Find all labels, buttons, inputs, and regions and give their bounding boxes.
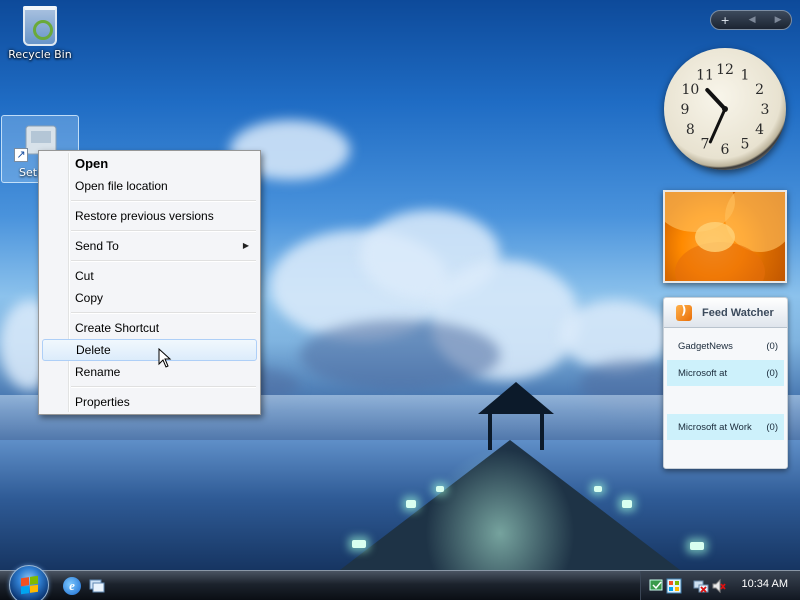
network-disconnected-icon[interactable] — [693, 578, 709, 594]
menu-item-label: Send To — [75, 239, 119, 253]
start-button[interactable] — [9, 565, 49, 600]
slideshow-gadget[interactable] — [663, 190, 787, 283]
rss-icon — [676, 303, 692, 321]
pier-hut — [488, 414, 544, 450]
clock-hour-hand — [705, 87, 727, 111]
menu-item-properties[interactable]: Properties — [42, 391, 257, 413]
pier-lamp — [436, 486, 444, 492]
clock-numeral: 5 — [741, 137, 750, 153]
menu-item-delete[interactable]: Delete — [42, 339, 257, 361]
clock-numeral: 11 — [696, 67, 714, 83]
desktop-icon-label: Recycle Bin — [8, 48, 72, 61]
menu-item-label: Cut — [75, 269, 94, 283]
taskbar: e 10:34 AM — [0, 565, 800, 600]
context-menu: Open Open file location Restore previous v… — [38, 150, 261, 415]
pier-lamp — [406, 500, 416, 508]
windows-update-icon[interactable] — [666, 578, 682, 594]
feed-watcher-title: Feed Watcher — [702, 306, 774, 319]
sidebar-controls: + ◀ ▶ — [710, 10, 792, 30]
menu-item-label: Restore previous versions — [75, 209, 214, 223]
mouse-cursor-icon — [158, 348, 172, 368]
feed-name: Microsoft at Work — [678, 421, 752, 433]
clock-face: 12 12 3 45678 9 1011 — [681, 62, 770, 158]
clock-numeral: 1 — [741, 67, 750, 83]
menu-item-label: Open file location — [75, 179, 168, 193]
security-center-icon[interactable] — [649, 578, 665, 594]
menu-separator — [41, 197, 258, 205]
pier-lamp — [690, 542, 704, 550]
feed-count: (0) — [766, 340, 778, 352]
pier-lamp — [594, 486, 602, 492]
menu-item-send-to[interactable]: Send To ▶ — [42, 235, 257, 257]
menu-item-create-shortcut[interactable]: Create Shortcut — [42, 317, 257, 339]
pier-hut-roof — [478, 382, 554, 414]
feed-row[interactable]: Microsoft at Work (0) — [667, 414, 784, 440]
clock-numeral: 8 — [686, 122, 695, 138]
desktop-icon-recycle-bin[interactable]: Recycle Bin — [1, 2, 79, 61]
menu-item-copy[interactable]: Copy — [42, 287, 257, 309]
feed-row — [667, 387, 784, 413]
menu-item-open-file-location[interactable]: Open file location — [42, 175, 257, 197]
shortcut-arrow-icon: ↗ — [14, 148, 28, 162]
feed-list: GadgetNews (0) Microsoft at (0) Microsoft at… — [664, 333, 787, 467]
menu-item-rename[interactable]: Rename — [42, 361, 257, 383]
windows-logo-icon — [21, 575, 38, 595]
menu-separator — [41, 383, 258, 391]
menu-item-label: Delete — [76, 343, 111, 357]
notification-area: 10:34 AM — [640, 571, 800, 600]
feed-row[interactable]: GadgetNews (0) — [667, 333, 784, 359]
clock-numeral: 6 — [721, 142, 730, 158]
feed-name: Microsoft at — [678, 367, 728, 379]
menu-item-label: Open — [75, 156, 109, 171]
clock-numeral: 2 — [755, 82, 764, 98]
clock-minute-hand — [708, 107, 727, 144]
clock-center — [722, 106, 728, 112]
menu-item-label: Copy — [75, 291, 104, 305]
switch-windows-icon[interactable] — [88, 577, 106, 595]
photo-petal — [695, 222, 735, 252]
submenu-arrow-icon: ▶ — [242, 241, 249, 250]
clock-numeral: 12 — [716, 62, 734, 78]
cloud — [560, 300, 670, 370]
clock-numeral: 10 — [681, 82, 699, 98]
feed-watcher-gadget[interactable]: Feed Watcher GadgetNews (0) Microsoft at (0… — [663, 297, 788, 469]
menu-separator — [41, 257, 258, 265]
menu-item-open[interactable]: Open — [42, 153, 257, 175]
next-page-button[interactable]: ▶ — [775, 15, 782, 25]
clock-numeral: 9 — [681, 102, 690, 118]
menu-item-cut[interactable]: Cut — [42, 265, 257, 287]
previous-page-button[interactable]: ◀ — [749, 15, 756, 25]
pier-lamp — [352, 540, 366, 548]
feed-row[interactable]: Microsoft at (0) — [667, 360, 784, 386]
clock-numeral: 4 — [755, 122, 764, 138]
feed-count: (0) — [766, 421, 778, 433]
feed-count: (0) — [766, 367, 778, 379]
pier-glow — [425, 448, 575, 570]
recycle-bin-icon — [23, 6, 57, 46]
feed-row — [667, 441, 784, 467]
volume-muted-icon[interactable] — [711, 578, 727, 594]
menu-separator — [41, 227, 258, 235]
menu-item-label: Properties — [75, 395, 130, 409]
feed-watcher-header: Feed Watcher — [664, 298, 787, 328]
menu-separator — [41, 309, 258, 317]
clock-numeral: 7 — [701, 137, 710, 153]
cloud — [300, 320, 500, 390]
menu-item-restore-previous-versions[interactable]: Restore previous versions — [42, 205, 257, 227]
menu-item-label: Rename — [75, 365, 121, 379]
clock-gadget[interactable]: 12 1 2 3 4 5 6 7 8 9 10 11 — [664, 48, 786, 170]
feed-name: GadgetNews — [678, 340, 733, 352]
menu-item-label: Create Shortcut — [75, 321, 160, 335]
internet-explorer-icon[interactable]: e — [63, 577, 81, 595]
add-gadget-button[interactable]: + — [720, 14, 729, 27]
clock-numeral: 3 — [761, 102, 770, 118]
taskbar-clock[interactable]: 10:34 AM — [742, 578, 788, 590]
pier-lamp — [622, 500, 632, 508]
